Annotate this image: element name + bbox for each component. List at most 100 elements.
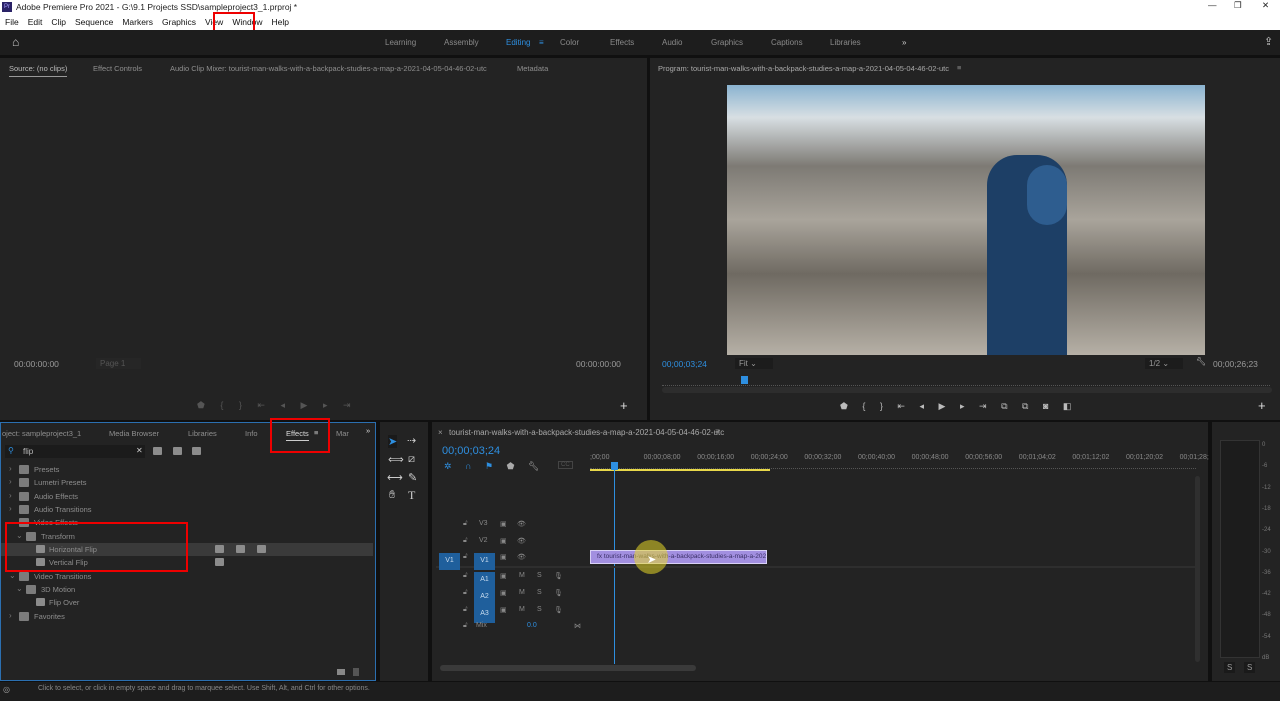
menu-graphics[interactable]: Graphics: [157, 14, 200, 30]
sync-lock-icon[interactable]: ▣: [500, 520, 507, 528]
vertical-scrollbar[interactable]: [1195, 476, 1200, 662]
workspace-captions[interactable]: Captions: [771, 38, 803, 47]
sync-lock-icon[interactable]: ▣: [500, 537, 507, 545]
effect-horizontal-flip[interactable]: Horizontal Flip: [1, 543, 373, 556]
go-to-out-icon[interactable]: ⇥: [979, 401, 987, 411]
menu-edit[interactable]: Edit: [23, 14, 47, 30]
mute-button[interactable]: M: [519, 572, 525, 579]
tab-effects[interactable]: Effects: [286, 429, 309, 441]
track-name[interactable]: V2: [479, 537, 488, 544]
sync-lock-icon[interactable]: ▣: [500, 553, 507, 561]
timeline-playhead-handle[interactable]: [611, 462, 618, 470]
menu-window[interactable]: Window: [227, 14, 266, 30]
mark-in-icon[interactable]: {: [220, 400, 223, 410]
sync-lock-icon[interactable]: ▣: [500, 572, 507, 580]
lock-icon[interactable]: 🔓︎: [463, 572, 468, 580]
hand-tool-icon[interactable]: ✋︎: [389, 489, 395, 502]
effect-vertical-flip[interactable]: Vertical Flip: [1, 556, 373, 569]
solo-button[interactable]: S: [537, 572, 542, 579]
search-input[interactable]: flip: [23, 447, 33, 456]
play-icon[interactable]: ▶: [939, 401, 946, 411]
mark-in-icon[interactable]: {: [862, 401, 865, 411]
delete-icon[interactable]: [353, 668, 359, 676]
workspace-assembly[interactable]: Assembly: [444, 38, 479, 47]
home-icon[interactable]: ⌂: [12, 35, 19, 49]
voiceover-mic-icon[interactable]: 🎙︎: [554, 606, 563, 614]
workspace-effects[interactable]: Effects: [610, 38, 634, 47]
effects-search-field[interactable]: ⚲ flip ✕: [5, 445, 145, 458]
workspace-audio[interactable]: Audio: [662, 38, 682, 47]
accelerated-effects-filter-icon[interactable]: [153, 447, 162, 455]
workspace-graphics[interactable]: Graphics: [711, 38, 743, 47]
type-tool-icon[interactable]: T: [408, 488, 415, 503]
tree-folder-presets[interactable]: › Presets: [1, 463, 373, 476]
tab-metadata[interactable]: Metadata: [517, 64, 548, 73]
eye-icon[interactable]: 👁︎: [517, 520, 526, 528]
menu-help[interactable]: Help: [267, 14, 293, 30]
panel-menu-icon[interactable]: ≡: [314, 428, 318, 437]
go-to-in-icon[interactable]: ⇤: [897, 401, 905, 411]
tab-effect-controls[interactable]: Effect Controls: [93, 64, 142, 73]
tree-folder-audio-effects[interactable]: › Audio Effects: [1, 490, 373, 503]
share-icon[interactable]: ⇪: [1264, 35, 1273, 48]
program-title[interactable]: Program: tourist-man-walks-with-a-backpa…: [658, 64, 949, 73]
lock-icon[interactable]: 🔓︎: [463, 537, 468, 545]
sync-lock-icon[interactable]: ▣: [500, 606, 507, 614]
step-back-icon[interactable]: ◂: [919, 401, 924, 411]
tree-folder-video-transitions[interactable]: ⌄ Video Transitions: [1, 570, 373, 583]
more-workspaces-icon[interactable]: »: [902, 38, 906, 47]
voiceover-mic-icon[interactable]: 🎙︎: [554, 589, 563, 597]
captions-toggle[interactable]: CC: [558, 461, 573, 469]
resolution-dropdown[interactable]: 1/2 ⌄: [1145, 358, 1183, 369]
add-button-icon[interactable]: +: [1258, 398, 1266, 413]
track-select-tool-icon[interactable]: ⇢: [407, 434, 416, 447]
mark-out-icon[interactable]: }: [239, 400, 242, 410]
tab-source[interactable]: Source: (no clips): [9, 64, 68, 77]
snap-icon[interactable]: ∩: [465, 461, 471, 471]
lock-icon[interactable]: 🔓︎: [463, 622, 468, 630]
mark-out-icon[interactable]: }: [880, 401, 883, 411]
mute-button[interactable]: M: [519, 606, 525, 613]
program-zoom-scrollbar[interactable]: [662, 387, 1272, 393]
panel-menu-icon[interactable]: ≡: [957, 63, 961, 72]
voiceover-mic-icon[interactable]: 🎙︎: [554, 572, 563, 580]
clear-search-icon[interactable]: ✕: [136, 446, 143, 455]
tree-folder-lumetri-presets[interactable]: › Lumetri Presets: [1, 476, 373, 489]
timeline-ruler[interactable]: [590, 462, 1196, 469]
program-time-ruler[interactable]: [662, 378, 1270, 386]
timeline-timecode[interactable]: 00;00;03;24: [442, 445, 500, 457]
tab-info[interactable]: Info: [245, 429, 258, 438]
linked-selection-icon[interactable]: ⚑: [485, 461, 493, 471]
close-sequence-icon[interactable]: ×: [438, 428, 443, 437]
lock-icon[interactable]: 🔓︎: [463, 553, 468, 561]
workspace-editing[interactable]: Editing: [506, 38, 530, 47]
add-button-icon[interactable]: +: [620, 398, 628, 413]
menu-sequence[interactable]: Sequence: [70, 14, 117, 30]
add-marker-icon[interactable]: ⬟: [507, 461, 515, 471]
panel-menu-icon[interactable]: ≡: [715, 427, 720, 436]
solo-button[interactable]: S: [537, 606, 542, 613]
tree-folder-transform[interactable]: ⌄ Transform: [1, 530, 373, 543]
solo-button[interactable]: S: [537, 589, 542, 596]
comparison-view-icon[interactable]: ◧: [1063, 401, 1072, 411]
tab-media-browser[interactable]: Media Browser: [109, 429, 159, 438]
nest-icon[interactable]: ✲: [444, 461, 452, 471]
horizontal-zoom-scrollbar[interactable]: [440, 665, 696, 671]
lift-icon[interactable]: ⧉: [1001, 401, 1007, 411]
menu-markers[interactable]: Markers: [117, 14, 157, 30]
eye-icon[interactable]: 👁︎: [517, 553, 526, 561]
timeline-settings-wrench-icon[interactable]: 🔧︎: [528, 461, 539, 471]
settings-wrench-icon[interactable]: 🔧︎: [1196, 357, 1206, 366]
zoom-dropdown[interactable]: Fit ⌄: [735, 358, 773, 369]
tab-audio-clip-mixer[interactable]: Audio Clip Mixer: tourist-man-walks-with…: [170, 64, 487, 73]
more-tabs-icon[interactable]: »: [366, 426, 370, 435]
step-back-icon[interactable]: ◂: [280, 400, 285, 410]
workspace-learning[interactable]: Learning: [385, 38, 416, 47]
ripple-edit-tool-icon[interactable]: ⟺: [388, 453, 404, 466]
new-bin-icon[interactable]: [337, 669, 345, 675]
workspace-libraries[interactable]: Libraries: [830, 38, 861, 47]
step-forward-icon[interactable]: ▸: [323, 400, 328, 410]
lock-icon[interactable]: 🔓︎: [463, 589, 468, 597]
mix-value[interactable]: 0.0: [527, 622, 537, 629]
sync-lock-icon[interactable]: ▣: [500, 589, 507, 597]
